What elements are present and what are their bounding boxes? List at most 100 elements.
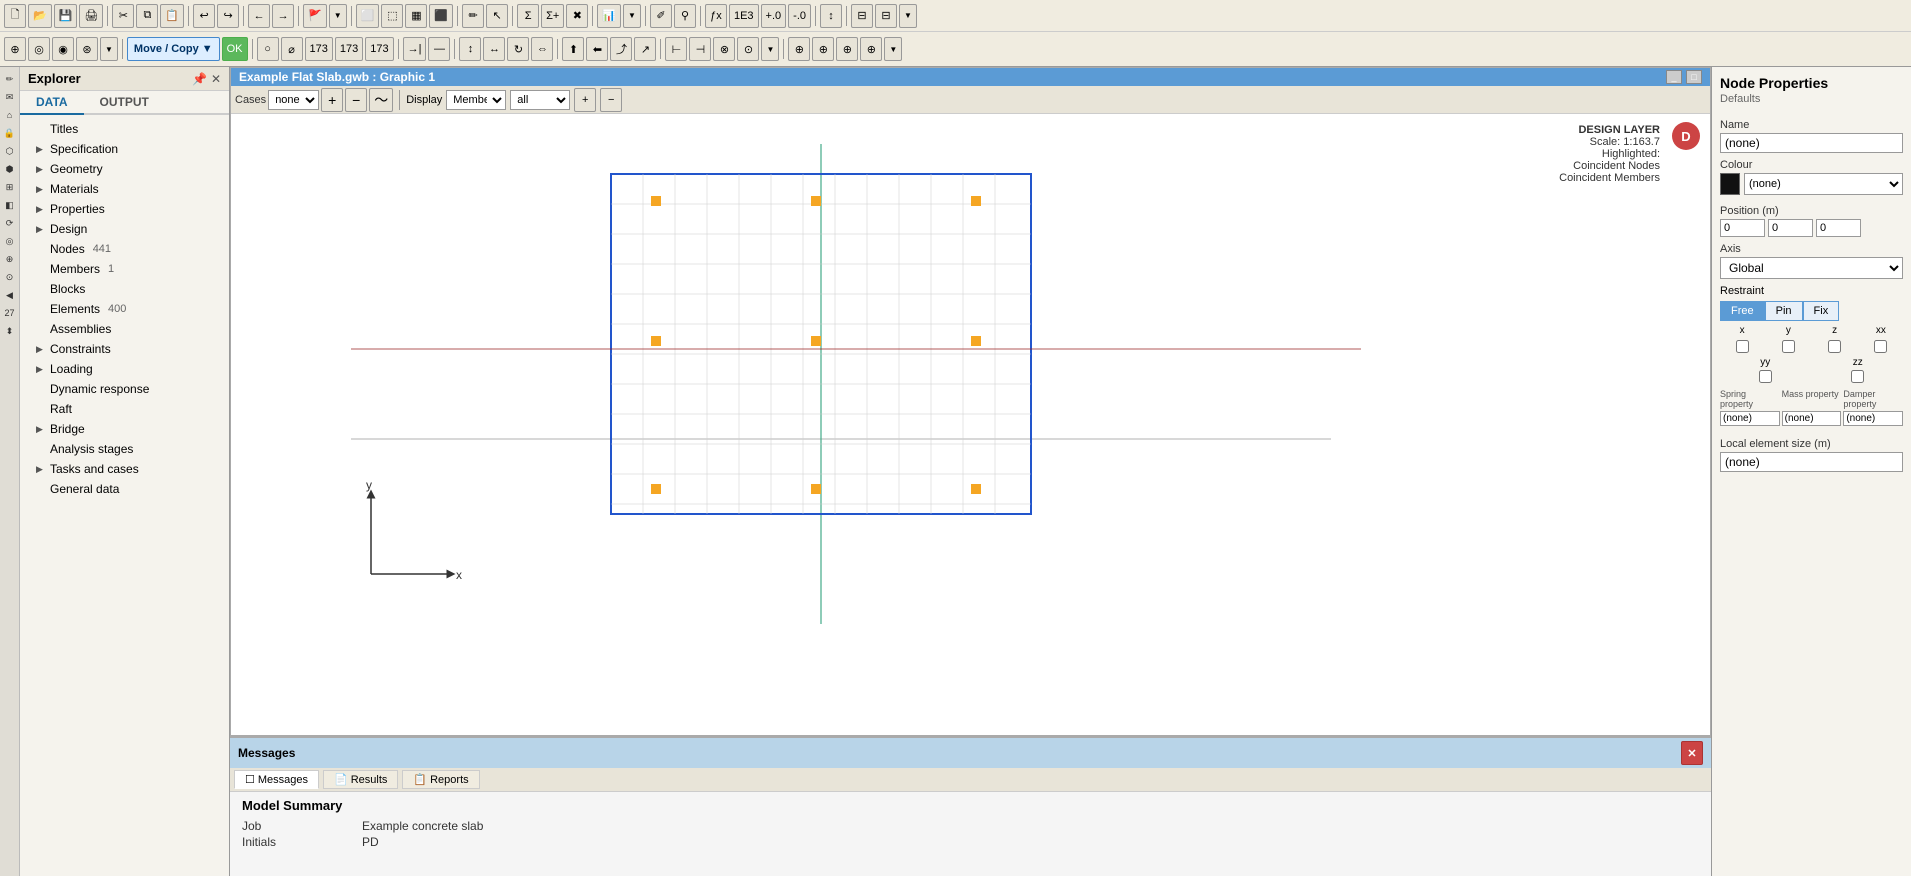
cases-minus[interactable]: − <box>345 88 367 112</box>
damper-input[interactable] <box>1843 411 1903 426</box>
msg-tab-reports[interactable]: 📋 Reports <box>402 770 479 789</box>
back-btn[interactable]: ← <box>248 4 270 28</box>
flag-dropdown[interactable]: ▼ <box>329 4 347 28</box>
msg-checkbox[interactable]: ☐ <box>245 773 255 786</box>
ok-btn[interactable]: OK <box>222 37 248 61</box>
cases-wave[interactable]: 〜 <box>369 88 393 112</box>
messages-close-btn[interactable]: ✕ <box>1681 741 1703 765</box>
extrude-btn[interactable]: ⬆ <box>562 37 584 61</box>
link-btn[interactable]: ⊕ <box>788 37 810 61</box>
sidebar-item-elements[interactable]: Elements 400 <box>20 299 229 319</box>
angle-btn[interactable]: ⌀ <box>281 37 303 61</box>
circle-btn[interactable]: ○ <box>257 37 279 61</box>
sidebar-item-bridge[interactable]: ▶ Bridge <box>20 419 229 439</box>
num2-btn[interactable]: 173 <box>305 37 333 61</box>
del-btn[interactable]: ✖ <box>566 4 588 28</box>
y-checkbox[interactable] <box>1782 340 1795 353</box>
restraint-free-btn[interactable]: Free <box>1720 301 1765 321</box>
cases-dropdown[interactable]: Cases none + − 〜 <box>235 88 393 112</box>
new-btn[interactable]: 🗋 <box>4 4 26 28</box>
link3-btn[interactable]: ⊕ <box>836 37 858 61</box>
sidebar-item-dynamic-response[interactable]: Dynamic response <box>20 379 229 399</box>
sidebar-item-loading[interactable]: ▶ Loading <box>20 359 229 379</box>
snap-dropdown[interactable]: ▼ <box>100 37 118 61</box>
icon-strip-btn8[interactable]: ◧ <box>2 197 18 213</box>
snap3-btn[interactable]: ◉ <box>52 37 74 61</box>
mass-input[interactable] <box>1782 411 1842 426</box>
move-btn[interactable]: ↕ <box>459 37 481 61</box>
close-icon[interactable]: ✕ <box>211 72 221 86</box>
zz-checkbox[interactable] <box>1851 370 1864 383</box>
num3-btn[interactable]: 173 <box>335 37 363 61</box>
open-btn[interactable]: 📂 <box>28 4 52 28</box>
align2-btn[interactable]: ⊟ <box>875 4 897 28</box>
snap4-btn[interactable]: ⊛ <box>76 37 98 61</box>
copy-btn[interactable]: ⧉ <box>136 4 158 28</box>
members-select[interactable]: Membe <box>446 90 506 110</box>
sidebar-item-raft[interactable]: Raft <box>20 399 229 419</box>
all-select[interactable]: all <box>510 90 570 110</box>
icon-strip-btn15[interactable]: ⬍ <box>2 323 18 339</box>
paste-btn[interactable]: 📋 <box>160 4 184 28</box>
rot-btn[interactable]: ↻ <box>507 37 529 61</box>
local-element-size-input[interactable] <box>1720 452 1903 472</box>
icon-strip-btn7[interactable]: ⊞ <box>2 179 18 195</box>
connect-btn[interactable]: ⊙ <box>737 37 759 61</box>
plus-btn[interactable]: +.0 <box>761 4 787 28</box>
3d-btn[interactable]: ⬛ <box>429 4 453 28</box>
intersect-btn[interactable]: ⊗ <box>713 37 735 61</box>
sidebar-item-assemblies[interactable]: Assemblies <box>20 319 229 339</box>
snap-btn[interactable]: ⊕ <box>4 37 26 61</box>
icon-strip-btn2[interactable]: ✉ <box>2 89 18 105</box>
link-dropdown[interactable]: ▼ <box>884 37 902 61</box>
minus-btn[interactable]: -.0 <box>788 4 811 28</box>
icon-strip-btn12[interactable]: ⊙ <box>2 269 18 285</box>
split2-btn[interactable]: ⊣ <box>689 37 711 61</box>
align-dropdown[interactable]: ▼ <box>899 4 917 28</box>
icon-strip-btn9[interactable]: ⟳ <box>2 215 18 231</box>
grid-btn[interactable]: ▦ <box>405 4 427 28</box>
yy-checkbox[interactable] <box>1759 370 1772 383</box>
connect-dropdown[interactable]: ▼ <box>761 37 779 61</box>
align-btn[interactable]: ⊟ <box>851 4 873 28</box>
move-copy-button[interactable]: Move / Copy ▼ <box>127 37 220 61</box>
undo-btn[interactable]: ↩ <box>193 4 215 28</box>
num4-btn[interactable]: 173 <box>365 37 393 61</box>
icon-strip-btn1[interactable]: ✏ <box>2 71 18 87</box>
sidebar-item-materials[interactable]: ▶ Materials <box>20 179 229 199</box>
icon-strip-btn4[interactable]: 🔒 <box>2 125 18 141</box>
save-btn[interactable]: 💾 <box>54 4 78 28</box>
icon-strip-btn13[interactable]: ◀ <box>2 287 18 303</box>
spring-input[interactable] <box>1720 411 1780 426</box>
msg-tab-messages[interactable]: ☐ Messages <box>234 770 319 789</box>
sidebar-item-specification[interactable]: ▶ Specification <box>20 139 229 159</box>
cases-select[interactable]: none <box>268 90 319 110</box>
icon-strip-btn5[interactable]: ⬡ <box>2 143 18 159</box>
colour-select[interactable]: (none) <box>1744 173 1903 195</box>
maximize-btn[interactable]: □ <box>1686 70 1702 84</box>
redo-btn[interactable]: ↪ <box>217 4 239 28</box>
msg-tab-results[interactable]: 📄 Results <box>323 770 398 789</box>
name-input[interactable] <box>1720 133 1903 153</box>
mirror-btn[interactable]: ⇔ <box>531 37 553 61</box>
print-btn[interactable]: 🖨 <box>79 4 103 28</box>
pos-y-input[interactable] <box>1768 219 1813 237</box>
axis-select[interactable]: Global <box>1720 257 1903 279</box>
sidebar-item-analysis-stages[interactable]: Analysis stages <box>20 439 229 459</box>
frame2-btn[interactable]: ⬚ <box>381 4 403 28</box>
forward-btn[interactable]: → <box>272 4 294 28</box>
select-btn[interactable]: ↖ <box>486 4 508 28</box>
sidebar-item-constraints[interactable]: ▶ Constraints <box>20 339 229 359</box>
move2-btn[interactable]: ↔ <box>483 37 505 61</box>
pin-icon[interactable]: 📌 <box>192 72 207 86</box>
sidebar-item-tasks[interactable]: ▶ Tasks and cases <box>20 459 229 479</box>
arrow-btn[interactable]: →| <box>403 37 427 61</box>
fx-btn[interactable]: ƒx <box>705 4 727 28</box>
num-btn[interactable]: 1E3 <box>729 4 759 28</box>
tab-output[interactable]: OUTPUT <box>84 91 165 113</box>
flag-btn[interactable]: 🚩 <box>303 4 327 28</box>
link4-btn[interactable]: ⊕ <box>860 37 882 61</box>
icon-strip-btn3[interactable]: ⌂ <box>2 107 18 123</box>
edit-btn[interactable]: ✐ <box>650 4 672 28</box>
pos-z-input[interactable] <box>1816 219 1861 237</box>
